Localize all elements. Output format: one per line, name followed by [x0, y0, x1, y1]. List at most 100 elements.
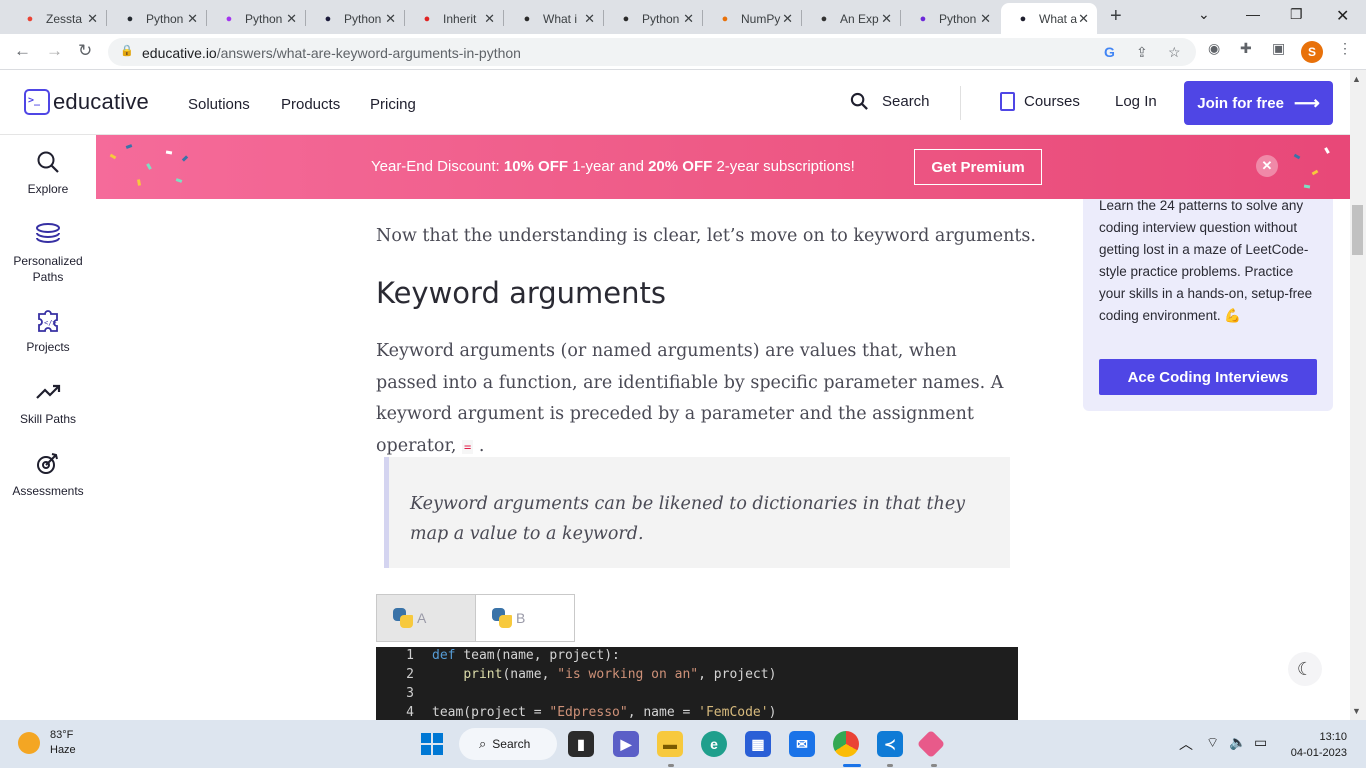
python-icon [492, 608, 512, 628]
close-tab-icon[interactable]: ✕ [385, 11, 396, 27]
profile-avatar[interactable]: S [1301, 41, 1323, 63]
tray-chevron-icon[interactable]: ︿ [1179, 734, 1193, 754]
git-app-icon[interactable] [916, 729, 946, 759]
nav-pricing[interactable]: Pricing [370, 96, 416, 113]
task-view-icon[interactable]: ▮ [568, 731, 594, 757]
bookmark-star-icon[interactable]: ☆ [1168, 44, 1181, 61]
tab-search-chevron-icon[interactable]: ⌄ [1198, 6, 1210, 23]
microsoft-store-icon[interactable]: ▦ [745, 731, 771, 757]
sidebar-item-assessments[interactable]: Assessments [0, 451, 96, 499]
code-token: , name = [627, 705, 699, 720]
scroll-down-arrow-icon[interactable]: ▼ [1352, 706, 1361, 716]
sidebar-item-explore[interactable]: Explore [0, 149, 96, 197]
battery-icon[interactable]: ▭ [1254, 734, 1267, 751]
close-tab-icon[interactable]: ✕ [87, 11, 98, 27]
close-tab-icon[interactable]: ✕ [782, 11, 793, 27]
file-explorer-icon[interactable]: ▬ [657, 731, 683, 757]
close-banner-icon[interactable]: ✕ [1256, 155, 1278, 177]
windows-start-icon[interactable] [421, 733, 443, 755]
chrome-menu-icon[interactable]: ⋮ [1338, 40, 1352, 57]
diamond-icon: ● [622, 12, 630, 25]
grammarly-icon[interactable]: ◉ [1208, 40, 1220, 57]
header-divider [960, 86, 961, 120]
close-tab-icon[interactable]: ✕ [683, 11, 694, 27]
close-tab-icon[interactable]: ✕ [286, 11, 297, 27]
join-for-free-button[interactable]: Join for free ⟶ [1184, 81, 1333, 125]
header-search-button[interactable]: Search [850, 92, 930, 111]
restore-button[interactable]: ❐ [1290, 6, 1303, 23]
forward-arrow-icon[interactable]: → [46, 41, 63, 61]
system-clock[interactable]: 13:10 04-01-2023 [1287, 729, 1347, 761]
close-tab-icon[interactable]: ✕ [980, 11, 991, 27]
minimize-button[interactable]: — [1246, 6, 1260, 22]
page-scrollbar[interactable] [1350, 70, 1366, 720]
url-text: educative.io/answers/what-are-keyword-ar… [142, 45, 521, 61]
close-tab-icon[interactable]: ✕ [881, 11, 892, 27]
scroll-up-arrow-icon[interactable]: ▲ [1352, 74, 1361, 84]
gmail-icon: ● [26, 12, 34, 25]
educative-logo[interactable]: educative [24, 89, 149, 115]
extensions-puzzle-icon[interactable]: ✚ [1240, 40, 1252, 57]
browser-tab[interactable]: ● Python ✕ [306, 3, 404, 34]
browser-tab[interactable]: ● Inherit ✕ [405, 3, 503, 34]
browser-tab[interactable]: ● What i ✕ [505, 3, 603, 34]
mail-icon[interactable]: ✉ [789, 731, 815, 757]
interview-promo-card: Learn the 24 patterns to solve any codin… [1083, 198, 1333, 411]
code-tab-label: B [516, 610, 526, 626]
get-premium-button[interactable]: Get Premium [914, 149, 1042, 185]
vscode-icon[interactable]: ≺ [877, 731, 903, 757]
line-number: 1 [406, 648, 414, 663]
line-number: 3 [406, 686, 414, 701]
browser-tab[interactable]: ● Zessta ✕ [8, 3, 106, 34]
banner-message: Year-End Discount: 10% OFF 1-year and 20… [371, 158, 855, 175]
taskbar-search[interactable]: ⌕ Search [459, 728, 557, 760]
edge-browser-icon[interactable]: e [701, 731, 727, 757]
nav-products[interactable]: Products [281, 96, 340, 113]
browser-tab[interactable]: ● Python ✕ [604, 3, 702, 34]
back-arrow-icon[interactable]: ← [14, 41, 31, 61]
code-token: 'FemCode' [698, 705, 769, 720]
close-window-button[interactable]: ✕ [1336, 6, 1349, 26]
code-tab-a[interactable]: A [376, 594, 476, 642]
browser-tab[interactable]: ● Python ✕ [901, 3, 999, 34]
line-number: 2 [406, 667, 414, 682]
github-icon: ● [126, 12, 134, 25]
teams-chat-icon[interactable]: ▶ [613, 731, 639, 757]
ace-coding-interviews-button[interactable]: Ace Coding Interviews [1099, 359, 1317, 395]
code-token: team(name, project): [463, 648, 620, 663]
side-panel-icon[interactable]: ▣ [1272, 40, 1285, 57]
code-token: ) [768, 705, 777, 720]
reload-icon[interactable]: ↻ [78, 41, 92, 61]
google-icon[interactable]: G [1104, 44, 1115, 60]
close-tab-icon[interactable]: ✕ [187, 11, 198, 27]
close-tab-icon[interactable]: ✕ [484, 11, 495, 27]
address-bar[interactable]: 🔒 educative.io/answers/what-are-keyword-… [108, 38, 1196, 66]
browser-tab[interactable]: ● Python ✕ [207, 3, 305, 34]
sidebar-item-skill-paths[interactable]: Skill Paths [0, 379, 96, 427]
trend-icon [36, 384, 61, 399]
share-icon[interactable]: ⇪ [1136, 44, 1148, 61]
close-tab-icon[interactable]: ✕ [584, 11, 595, 27]
new-tab-button[interactable]: + [1110, 5, 1122, 28]
chrome-icon[interactable] [833, 731, 859, 757]
code-editor[interactable]: 1 def team(name, project): 2 print(name, "… [376, 647, 1018, 720]
sidebar-item-personalized-paths[interactable]: Personalized Paths [0, 221, 96, 285]
tab-title: Python [642, 11, 680, 26]
code-tab-b[interactable]: B [475, 594, 575, 642]
target-icon [37, 453, 58, 474]
weather-widget[interactable]: 83°F Haze [18, 728, 76, 758]
wifi-icon[interactable]: ⌔ [1206, 734, 1219, 752]
login-link[interactable]: Log In [1115, 93, 1157, 110]
browser-tab[interactable]: ● An Exp ✕ [802, 3, 900, 34]
nav-solutions[interactable]: Solutions [188, 96, 250, 113]
sidebar-item-projects[interactable]: </> Projects [0, 307, 96, 355]
scrollbar-thumb[interactable] [1352, 205, 1363, 255]
browser-tab[interactable]: ● NumPy ✕ [703, 3, 801, 34]
tab-title: Python [939, 11, 977, 26]
close-tab-icon[interactable]: ✕ [1078, 11, 1089, 27]
browser-tab[interactable]: ● What a ✕ [1001, 3, 1097, 34]
browser-tab[interactable]: ● Python ✕ [108, 3, 206, 34]
dark-mode-moon-icon[interactable]: ☾ [1288, 652, 1322, 686]
volume-icon[interactable]: 🔈 [1229, 734, 1246, 751]
header-courses-link[interactable]: Courses [1000, 92, 1080, 111]
